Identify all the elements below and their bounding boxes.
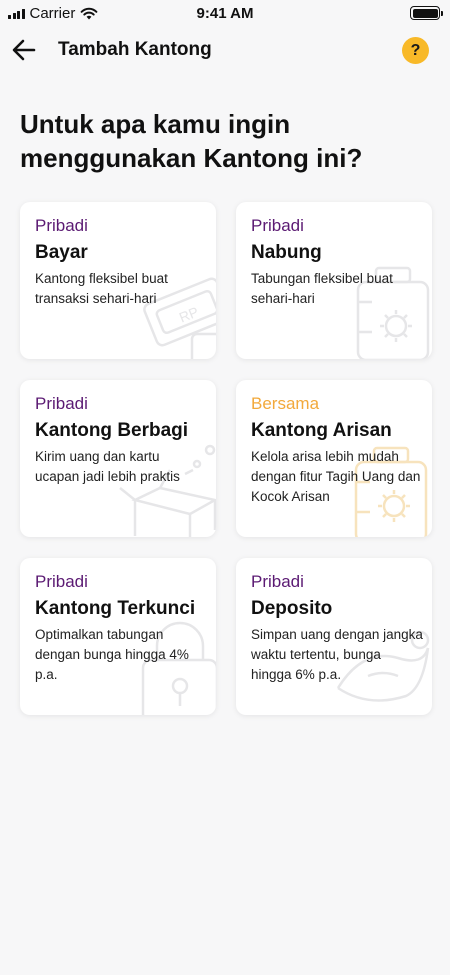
card-title: Kantong Terkunci	[35, 598, 196, 619]
card-kantong-berbagi[interactable]: Pribadi Kantong Berbagi Kirim uang dan k…	[20, 380, 216, 537]
card-description: Kantong fleksibel buat transaksi sehari-…	[35, 271, 168, 306]
signal-icon	[8, 8, 25, 19]
card-description: Kirim uang dan kartu ucapan jadi lebih p…	[35, 449, 180, 484]
card-tag: Pribadi	[251, 572, 304, 591]
card-tag: Pribadi	[35, 216, 88, 235]
card-title: Kantong Arisan	[251, 420, 392, 441]
card-nabung[interactable]: Pribadi Nabung Tabungan fleksibel buat s…	[236, 202, 432, 359]
help-button[interactable]: ?	[402, 37, 429, 64]
nav-bar: Tambah Kantong ?	[0, 30, 450, 70]
card-bayar[interactable]: RP Pribadi Bayar Kantong fleksibel buat …	[20, 202, 216, 359]
card-tag: Pribadi	[251, 216, 304, 235]
arrow-left-icon	[12, 39, 36, 61]
page-title: Tambah Kantong	[58, 39, 212, 60]
card-description: Tabungan fleksibel buat sehari-hari	[251, 271, 393, 306]
question-heading: Untuk apa kamu ingin menggunakan Kantong…	[20, 109, 363, 173]
battery-icon	[410, 6, 443, 20]
card-description: Optimalkan tabungan dengan bunga hingga …	[35, 627, 189, 682]
card-title: Kantong Berbagi	[35, 420, 189, 441]
status-bar: Carrier 9:41 AM	[0, 0, 450, 26]
status-left: Carrier	[8, 5, 98, 22]
card-title: Bayar	[35, 242, 88, 263]
card-tag: Bersama	[251, 394, 320, 413]
wifi-icon	[80, 7, 98, 19]
card-title: Deposito	[251, 598, 333, 619]
card-kantong-arisan[interactable]: Bersama Kantong Arisan Kelola arisa lebi…	[236, 380, 432, 537]
card-title: Nabung	[251, 242, 322, 263]
help-icon: ?	[410, 41, 421, 59]
carrier-label: Carrier	[29, 4, 76, 22]
back-button[interactable]	[10, 38, 38, 62]
card-tag: Pribadi	[35, 394, 88, 413]
card-description: Simpan uang dengan jangka waktu tertentu…	[251, 627, 423, 682]
card-kantong-terkunci[interactable]: Pribadi Kantong Terkunci Optimalkan tabu…	[20, 558, 216, 715]
card-tag: Pribadi	[35, 572, 88, 591]
card-description: Kelola arisa lebih mudah dengan fitur Ta…	[251, 449, 421, 504]
card-deposito[interactable]: Pribadi Deposito Simpan uang dengan jang…	[236, 558, 432, 715]
